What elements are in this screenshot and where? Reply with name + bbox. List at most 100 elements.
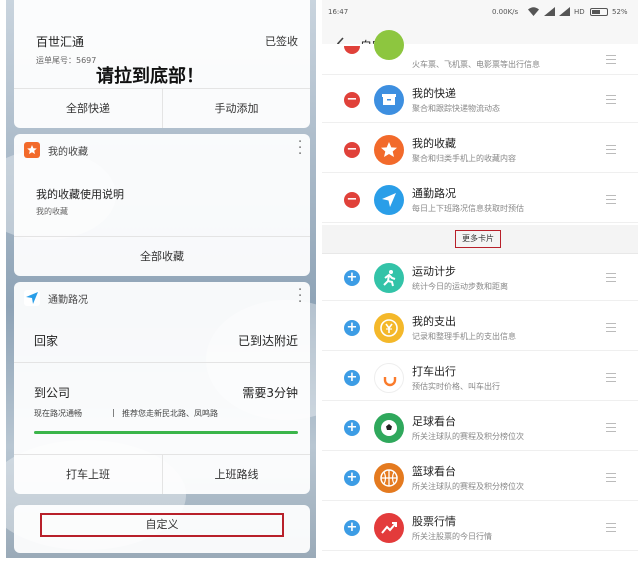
drag-handle-icon[interactable] — [606, 423, 616, 432]
card-description: 聚合和跟踪快递物流动态 — [412, 104, 500, 113]
box-icon — [374, 85, 404, 115]
card-title: 我的支出 — [412, 315, 456, 328]
divider — [14, 362, 310, 363]
card-title: 我的快递 — [412, 87, 456, 100]
remove-card-button[interactable]: − — [344, 142, 360, 158]
drag-handle-icon[interactable] — [606, 195, 616, 204]
wifi-icon — [528, 7, 539, 16]
battery-level — [592, 10, 601, 14]
card-row[interactable]: + 篮球看台 所关注球队的赛程及积分榜位次 — [322, 455, 638, 501]
commute-actions: 打车上班 上班路线 — [14, 454, 310, 494]
card-row-partial[interactable]: 火车票、飞机票、电影票等出行信息 — [322, 30, 638, 75]
card-description: 记录和整理手机上的支出信息 — [412, 332, 516, 341]
home-label[interactable]: 回家 — [34, 332, 58, 349]
instruction-overlay: 请拉到底部！ — [96, 66, 204, 87]
remove-card-button[interactable] — [344, 46, 360, 54]
widget-panel: 百世汇通 已签收 运单尾号：5697 全部快递 手动添加 请拉到底部！ 我的收藏… — [6, 0, 316, 558]
more-options-icon[interactable]: · · · — [298, 136, 302, 161]
road-status: 现在路况通畅 — [34, 409, 82, 418]
card-row[interactable]: − 我的收藏 聚合和归类手机上的收藏内容 — [322, 127, 638, 173]
route-progress-bar — [34, 431, 298, 434]
commute-card-header: 通勤路况 · · · — [14, 282, 310, 314]
company-travel-time: 需要3分钟 — [242, 386, 298, 400]
customize-bar: 自定义 — [14, 505, 310, 553]
signal-icon — [544, 7, 555, 16]
status-time: 16:47 — [328, 8, 349, 16]
card-row[interactable]: + 打车出行 预估实时价格、叫车出行 — [322, 355, 638, 401]
commute-card: 通勤路况 · · · 回家 已到达附近 到公司 需要3分钟 现在路况通畅 | 推荐您… — [14, 282, 310, 494]
customize-label: 自定义 — [145, 518, 179, 531]
card-description: 火车票、飞机票、电影票等出行信息 — [412, 60, 540, 69]
card-row[interactable]: + 运动计步统计今日的运动步数和距离 — [322, 255, 638, 301]
more-cards-section: 更多卡片 — [322, 225, 638, 254]
card-description: 每日上下班路况信息获取时预估 — [412, 204, 524, 213]
card-title: 足球看台 — [412, 415, 456, 428]
work-route-button[interactable]: 上班路线 — [162, 455, 310, 494]
all-favorites-button[interactable]: 全部收藏 — [14, 236, 310, 276]
drag-handle-icon[interactable] — [606, 323, 616, 332]
yen-icon — [374, 313, 404, 343]
card-title: 通勤路况 — [412, 187, 456, 200]
card-row[interactable]: + 我的支出记录和整理手机上的支出信息 — [322, 305, 638, 351]
drag-handle-icon[interactable] — [606, 373, 616, 382]
basketball-icon — [374, 463, 404, 493]
star-icon — [374, 135, 404, 165]
drag-handle-icon[interactable] — [606, 95, 616, 104]
express-actions: 全部快递 手动添加 — [14, 88, 310, 128]
drag-handle-icon[interactable] — [606, 273, 616, 282]
add-card-button[interactable]: + — [344, 470, 360, 486]
card-title: 打车出行 — [412, 365, 456, 378]
favorites-card-title: 我的收藏 — [48, 147, 88, 158]
card-description: 统计今日的运动步数和距离 — [412, 282, 508, 291]
card-row[interactable]: − 通勤路况每日上下班路况信息获取时预估 — [322, 177, 638, 223]
route-recommendation: 推荐您走新民北路、凤鸣路 — [122, 409, 218, 418]
road-separator: | — [112, 408, 115, 417]
card-description: 聚合和归类手机上的收藏内容 — [412, 154, 516, 163]
manual-add-button[interactable]: 手动添加 — [162, 89, 310, 128]
card-row[interactable]: + 足球看台 所关注球队的赛程及积分榜位次 — [322, 405, 638, 451]
star-icon — [24, 142, 40, 158]
tracking-number: 运单尾号：5697 — [36, 56, 97, 65]
signal-icon — [559, 7, 570, 16]
network-type: HD — [574, 8, 585, 16]
add-card-button[interactable]: + — [344, 420, 360, 436]
taxi-to-work-button[interactable]: 打车上班 — [14, 455, 162, 494]
navigation-icon — [24, 290, 40, 306]
stock-icon — [374, 513, 404, 543]
running-icon — [374, 263, 404, 293]
add-card-button[interactable]: + — [344, 270, 360, 286]
network-speed: 0.00K/s — [492, 8, 519, 16]
customize-button[interactable]: 自定义 — [40, 513, 284, 537]
more-options-icon[interactable]: · · · — [298, 284, 302, 309]
soccer-icon — [374, 413, 404, 443]
remove-card-button[interactable]: − — [344, 92, 360, 108]
favorites-item-title[interactable]: 我的收藏使用说明 — [36, 186, 124, 202]
remove-card-button[interactable]: − — [344, 192, 360, 208]
favorites-card: 我的收藏 · · · 我的收藏使用说明 我的收藏 全部收藏 — [14, 134, 310, 276]
more-cards-label-box: 更多卡片 — [455, 230, 501, 248]
drag-handle-icon[interactable] — [606, 523, 616, 532]
company-label[interactable]: 到公司 — [34, 384, 70, 401]
card-title: 股票行情 — [412, 515, 456, 528]
express-company: 百世汇通 — [36, 35, 85, 49]
status-bar: 16:47 0.00K/s HD 52% — [322, 0, 638, 24]
all-express-button[interactable]: 全部快递 — [14, 89, 162, 128]
add-card-button[interactable]: + — [344, 370, 360, 386]
navigation-icon — [374, 185, 404, 215]
card-icon — [374, 30, 404, 60]
card-description: 所关注股票的今日行情 — [412, 532, 492, 541]
card-title: 运动计步 — [412, 265, 456, 278]
favorites-item-subtitle: 我的收藏 — [36, 207, 68, 216]
drag-handle-icon[interactable] — [606, 55, 616, 64]
card-row[interactable]: − 我的快递聚合和跟踪快递物流动态 — [322, 77, 638, 123]
commute-card-title: 通勤路况 — [48, 295, 88, 306]
card-row[interactable]: + 股票行情所关注股票的今日行情 — [322, 505, 638, 551]
battery-icon — [590, 8, 608, 16]
add-card-button[interactable]: + — [344, 520, 360, 536]
customize-screen: 16:47 0.00K/s HD 52% 自定义 火车票、飞机票、电影票等出行信… — [322, 0, 638, 558]
more-cards-label: 更多卡片 — [462, 234, 494, 243]
drag-handle-icon[interactable] — [606, 473, 616, 482]
didi-icon — [374, 363, 404, 393]
drag-handle-icon[interactable] — [606, 145, 616, 154]
add-card-button[interactable]: + — [344, 320, 360, 336]
